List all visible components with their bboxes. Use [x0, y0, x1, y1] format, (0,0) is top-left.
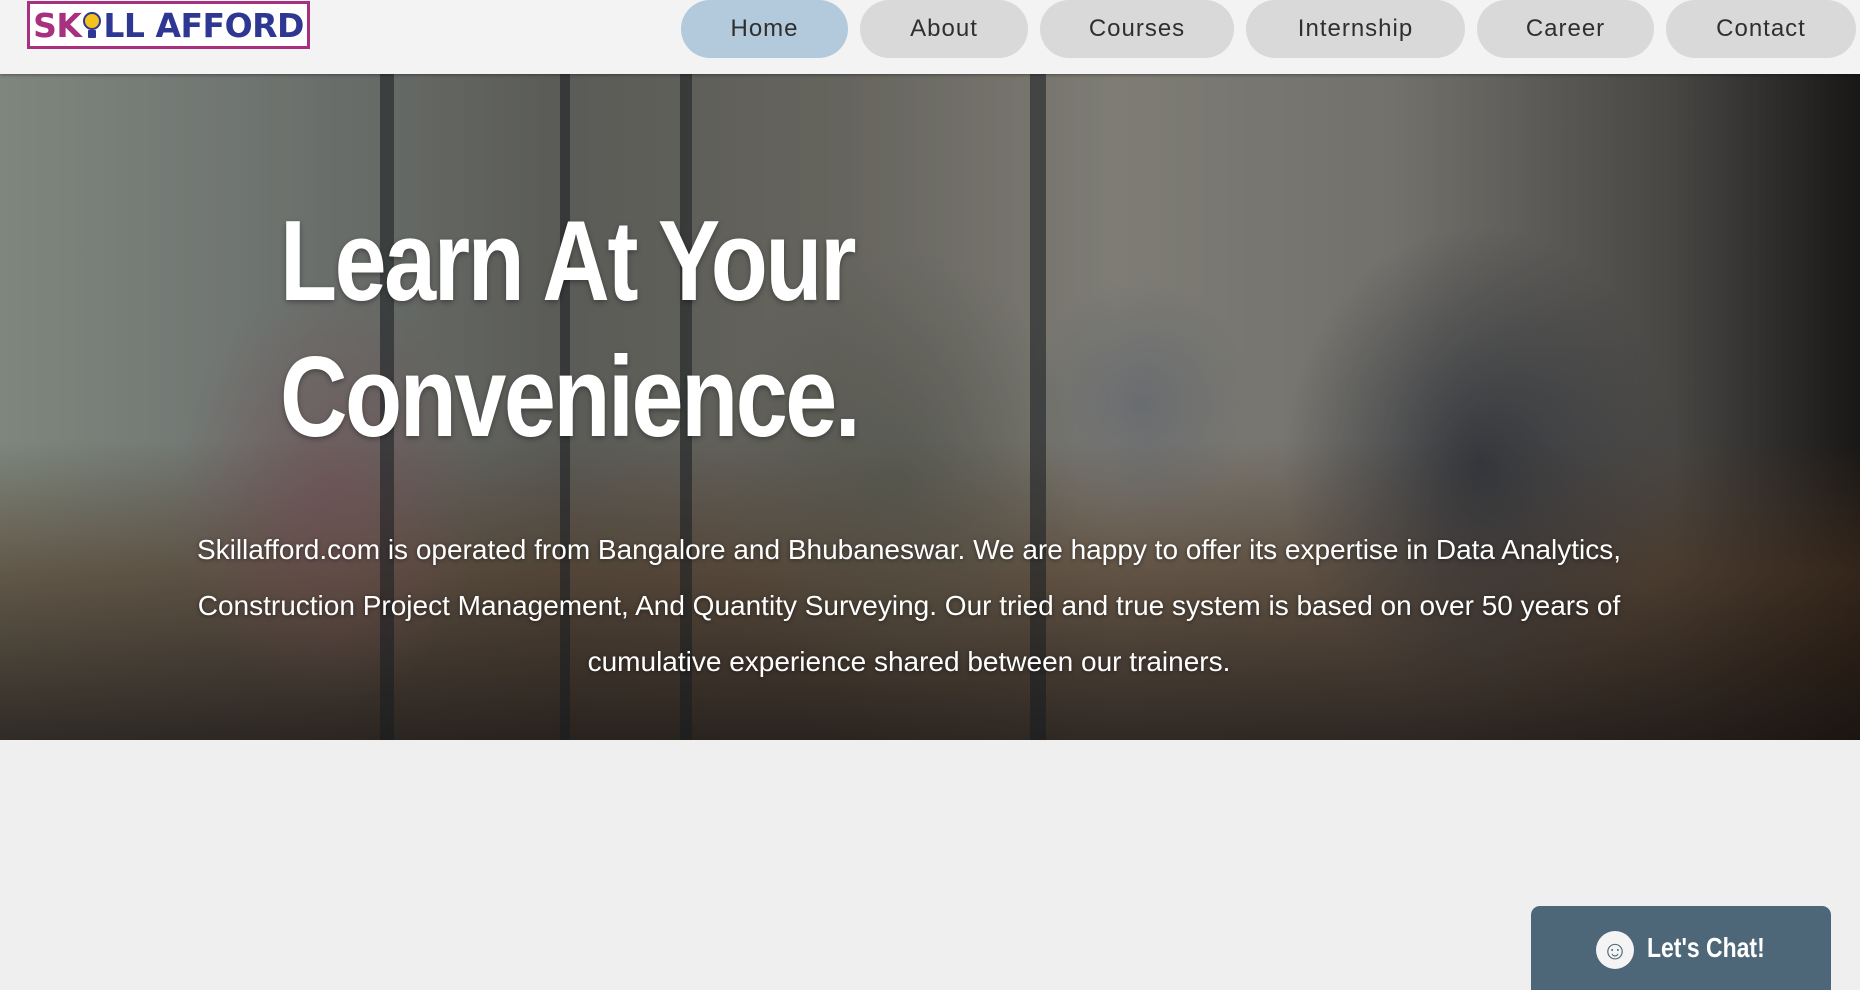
nav-about[interactable]: About: [860, 0, 1028, 58]
hero-description: Skillafford.com is operated from Bangalo…: [196, 534, 1622, 677]
hero-title-line1: Learn At Your: [280, 198, 856, 325]
smiley-chat-icon: ☺: [1596, 931, 1634, 969]
nav-contact[interactable]: Contact: [1666, 0, 1856, 58]
logo-text-part2: LL AFFORD: [103, 5, 304, 45]
nav-internship[interactable]: Internship: [1246, 0, 1465, 58]
chat-widget-button[interactable]: ☺ Let's Chat!: [1531, 906, 1831, 990]
top-navigation-bar: SK LL AFFORD Home About Courses Internshi…: [0, 0, 1860, 74]
hero-title: Learn At Your Convenience.: [280, 194, 1018, 466]
site-logo[interactable]: SK LL AFFORD: [27, 1, 310, 49]
nav-home[interactable]: Home: [681, 0, 848, 58]
hero-title-line2: Convenience.: [280, 334, 861, 461]
hero-banner: Learn At Your Convenience. Skillafford.c…: [0, 74, 1860, 740]
logo-text-part1: SK: [33, 5, 82, 45]
lightbulb-icon: [82, 10, 102, 40]
nav-courses[interactable]: Courses: [1040, 0, 1234, 58]
chat-label: Let's Chat!: [1647, 932, 1765, 963]
nav-career[interactable]: Career: [1477, 0, 1654, 58]
